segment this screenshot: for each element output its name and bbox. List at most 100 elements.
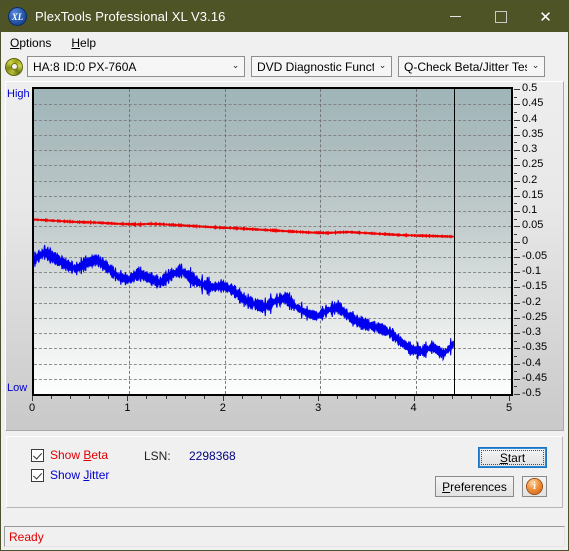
- show-beta-checkbox[interactable]: [31, 448, 44, 462]
- x-tick-label: 1: [124, 402, 131, 414]
- y-tick: [514, 272, 520, 273]
- plextools-window: XL PlexTools Professional XL V3.16 ✕ Opt…: [0, 0, 569, 551]
- y-tick-minor: [514, 203, 517, 205]
- preferences-button-label: Preferences: [442, 479, 507, 494]
- x-tick-minor: [203, 396, 205, 399]
- x-tick-minor: [356, 396, 358, 399]
- test-select[interactable]: Q-Check Beta/Jitter Test ⌄: [398, 56, 545, 77]
- x-tick-label: 2: [219, 402, 226, 414]
- x-tick: [509, 396, 510, 401]
- y-tick: [514, 333, 520, 334]
- x-tick-minor: [70, 396, 72, 399]
- minimize-icon: [450, 16, 461, 17]
- y-tick-label: -0.35: [522, 341, 548, 354]
- y-tick: [514, 256, 520, 258]
- window-controls: ✕: [433, 1, 568, 32]
- axis-label-low: Low: [7, 382, 28, 394]
- x-tick-minor: [299, 396, 301, 399]
- preferences-button[interactable]: Preferences: [435, 476, 514, 497]
- y-tick-minor: [514, 127, 517, 129]
- x-tick-minor: [394, 396, 396, 399]
- title-bar: XL PlexTools Professional XL V3.16 ✕: [1, 1, 568, 32]
- x-tick-label: 0: [28, 402, 36, 414]
- maximize-icon: [494, 10, 507, 23]
- chevron-down-icon: ⌄: [531, 61, 540, 71]
- x-tick-minor: [184, 396, 186, 399]
- show-jitter-row[interactable]: Show Jitter: [31, 468, 109, 482]
- menu-options[interactable]: Options: [7, 34, 59, 52]
- menu-help[interactable]: Help: [68, 34, 104, 52]
- x-tick-minor: [165, 396, 167, 399]
- y-tick: [514, 104, 520, 106]
- x-tick-label: 3: [315, 402, 322, 414]
- y-tick: [514, 89, 520, 90]
- y-tick-label: -0.4: [522, 356, 541, 369]
- y-tick-label: -0.3: [522, 326, 541, 338]
- plot-area[interactable]: [32, 87, 513, 396]
- function-select-value: DVD Diagnostic Functions: [257, 59, 374, 74]
- series-layer: [34, 217, 454, 362]
- y-tick-minor: [514, 310, 517, 312]
- show-jitter-checkbox[interactable]: [31, 468, 44, 482]
- y-tick: [514, 211, 520, 212]
- y-tick-label: 0.25: [522, 158, 544, 171]
- y-tick-minor: [514, 386, 517, 388]
- cursor-line[interactable]: [453, 89, 455, 394]
- x-tick-label: 4: [410, 402, 417, 414]
- disc-icon: [5, 57, 23, 76]
- x-tick: [222, 396, 224, 401]
- close-button[interactable]: ✕: [523, 1, 568, 32]
- y-tick: [514, 378, 520, 380]
- test-select-value: Q-Check Beta/Jitter Test: [404, 59, 527, 74]
- window-title: PlexTools Professional XL V3.16: [35, 9, 226, 24]
- start-button[interactable]: Start: [478, 447, 547, 468]
- function-select[interactable]: DVD Diagnostic Functions ⌄: [251, 56, 392, 77]
- x-tick-minor: [489, 396, 491, 399]
- y-tick-label: -0.2: [522, 295, 541, 308]
- y-tick-label: -0.15: [522, 280, 548, 293]
- status-bar: Ready: [4, 526, 565, 547]
- y-axis-ticks: [514, 82, 522, 402]
- x-axis-labels: 0 1 2 3 4 5: [6, 402, 563, 418]
- y-tick-label: 0.3: [522, 143, 538, 155]
- y-tick-label: 0.1: [522, 204, 538, 216]
- y-tick-minor: [514, 355, 517, 357]
- y-tick-label: 0.2: [522, 173, 538, 186]
- y-tick-label: 0.45: [522, 97, 544, 110]
- axis-label-high: High: [7, 88, 30, 100]
- menu-bar: Options Help: [1, 32, 568, 53]
- y-tick-label: 0: [522, 234, 529, 247]
- y-tick: [514, 195, 520, 197]
- y-tick-minor: [514, 172, 517, 174]
- drive-select[interactable]: HA:8 ID:0 PX-760A ⌄: [27, 56, 245, 77]
- x-tick-minor: [108, 396, 110, 399]
- series-beta: [34, 217, 454, 239]
- x-tick-minor: [451, 396, 453, 399]
- start-button-label: Start: [499, 450, 526, 465]
- x-tick-minor: [375, 396, 377, 399]
- y-tick: [514, 226, 520, 228]
- info-button[interactable]: i: [522, 476, 547, 497]
- toolbar: HA:8 ID:0 PX-760A ⌄ DVD Diagnostic Funct…: [1, 53, 568, 80]
- x-tick-label: 5: [505, 402, 513, 414]
- maximize-button[interactable]: [478, 1, 523, 32]
- y-tick-minor: [514, 340, 517, 342]
- lsn-label: LSN:: [144, 449, 171, 463]
- y-tick: [514, 119, 520, 121]
- show-beta-row[interactable]: Show Beta: [31, 448, 108, 462]
- y-tick: [514, 150, 520, 151]
- y-tick-minor: [514, 249, 517, 251]
- controls-panel: Show Beta Show Jitter LSN: 2298368 Start…: [6, 436, 563, 508]
- y-tick: [514, 302, 520, 304]
- y-tick: [514, 241, 520, 243]
- minimize-button[interactable]: [433, 1, 478, 32]
- x-tick: [32, 396, 33, 401]
- show-jitter-label: Show Jitter: [50, 468, 110, 482]
- y-tick-minor: [514, 294, 517, 296]
- x-tick: [413, 396, 415, 401]
- chevron-down-icon: ⌄: [231, 61, 240, 71]
- x-tick-minor: [241, 396, 243, 399]
- series-jitter: [34, 244, 454, 362]
- y-tick-minor: [514, 218, 517, 220]
- y-tick-label: -0.45: [522, 371, 548, 384]
